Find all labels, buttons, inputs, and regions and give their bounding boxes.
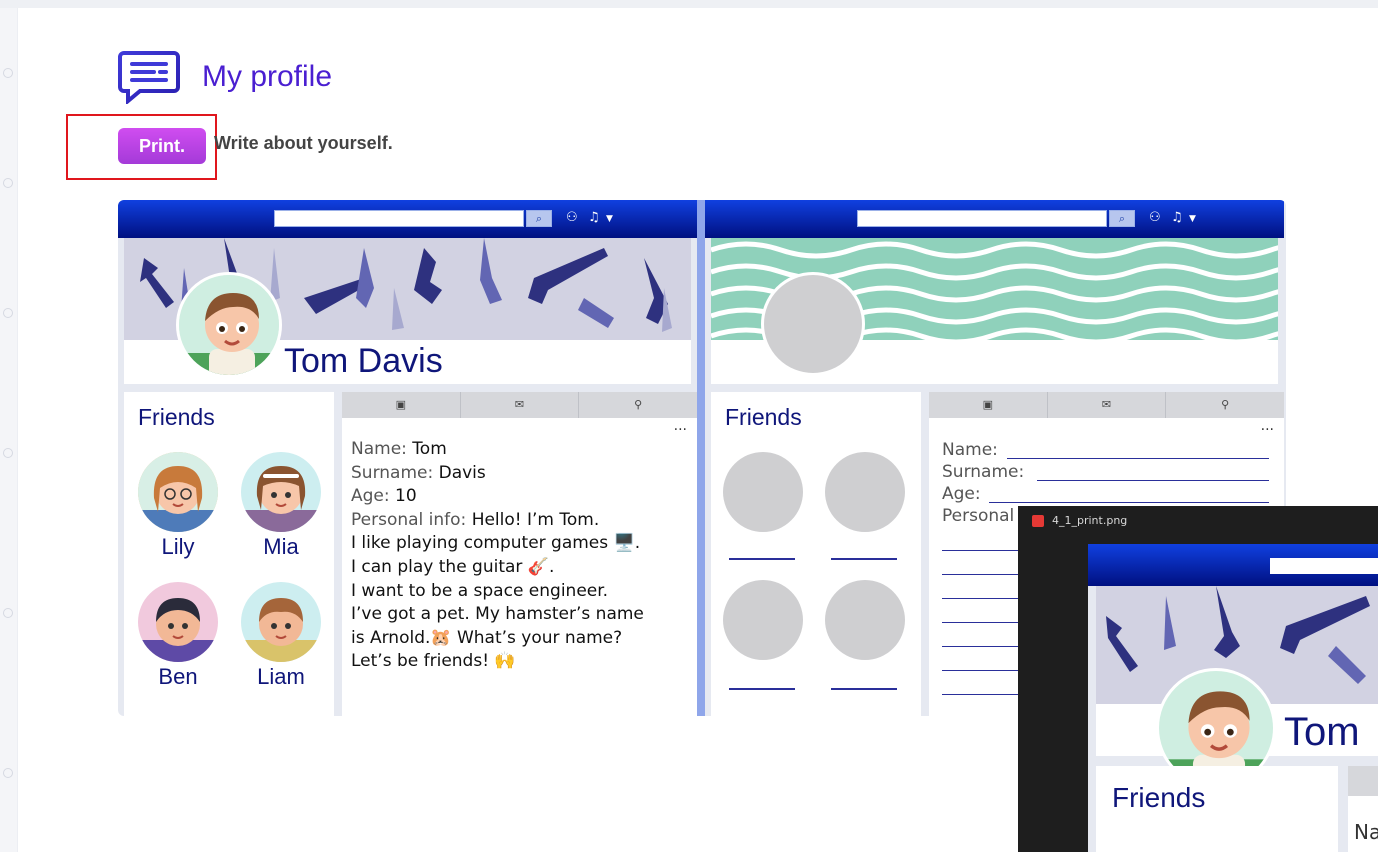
friend-name: Ben	[158, 664, 198, 689]
search-icon: ⌕	[1109, 210, 1135, 227]
preview-friends-title: Friends	[1112, 782, 1206, 813]
personal-info-label: Personal info:	[351, 509, 467, 530]
print-preview-window[interactable]: 4_1_print.png Tom Friends Na	[1018, 506, 1378, 852]
location-icon: ⚲	[634, 398, 643, 411]
friend-name: Mia	[263, 534, 299, 559]
surname-line	[1037, 480, 1269, 481]
chevron-down-icon: ▼	[606, 214, 613, 224]
info-line: is Arnold.🐹 What’s your name?	[351, 627, 623, 648]
age-label: Age:	[942, 484, 981, 504]
bell-icon: ♫	[588, 210, 600, 225]
age-value: 10	[395, 486, 417, 507]
message-icon: ✉	[1048, 392, 1167, 418]
preview-title-bar: 4_1_print.png	[1032, 514, 1127, 527]
profile-topbar: ⌕ ⚇ ♫ ▼	[705, 200, 1284, 238]
age-line	[989, 502, 1269, 503]
friend-name: Liam	[257, 664, 305, 689]
profile-avatar	[176, 272, 282, 378]
age-label: Age:	[351, 486, 390, 507]
profile-tabs: ▣ ✉ ⚲	[342, 392, 697, 418]
friends-icon: ⚇	[1149, 210, 1161, 225]
search-input	[857, 210, 1107, 227]
blank-friend-avatar	[825, 580, 905, 660]
chat-message-icon	[118, 51, 180, 104]
info-line: Let’s be friends! 🙌	[351, 651, 516, 672]
blank-friend-name-line	[729, 688, 795, 690]
blank-friend-name-line	[831, 558, 897, 560]
info-line: I’ve got a pet. My hamster’s name	[351, 604, 644, 625]
instruction-text: Write about yourself.	[214, 133, 393, 153]
surname-label: Surname:	[942, 462, 1025, 482]
friend-avatar	[241, 452, 321, 532]
name-label: Name:	[942, 440, 998, 460]
preview-filename: 4_1_print.png	[1052, 514, 1128, 527]
surname-label: Surname:	[351, 462, 434, 483]
location-icon: ⚲	[1221, 398, 1230, 411]
video-icon: ▣	[929, 392, 1048, 418]
blank-friend-avatar	[723, 452, 803, 532]
info-box: ▣ ✉ ⚲ ... Name: Tom Surname: Davis Age: …	[342, 392, 697, 716]
top-edge	[0, 0, 1378, 8]
info-line: I want to be a space engineer.	[351, 580, 609, 601]
preview-info-text: Na	[1354, 820, 1378, 844]
friend-avatar	[241, 582, 321, 662]
friends-title: Friends	[138, 404, 215, 430]
friend-avatar	[138, 452, 218, 532]
blank-friend-name-line	[729, 558, 795, 560]
blank-avatar	[761, 272, 865, 376]
name-line	[1007, 458, 1269, 459]
info-line: Hello! I’m Tom.	[471, 509, 600, 530]
search-icon: ⌕	[526, 210, 552, 227]
page-title: My profile	[202, 60, 333, 93]
friend-avatar	[138, 582, 218, 662]
friends-box: Friends Lily Mia Ben Liam	[124, 392, 334, 716]
image-file-icon	[1032, 514, 1044, 527]
personal-label: Personal	[942, 506, 1015, 526]
blank-friend-avatar	[723, 580, 803, 660]
profile-name: Tom Davis	[284, 342, 443, 380]
profile-tabs: ▣ ✉ ⚲	[929, 392, 1284, 418]
blank-friend-avatar	[825, 452, 905, 532]
more-icon: ...	[1260, 418, 1274, 434]
personal-info-text: Name: Tom Surname: Davis Age: 10 Persona…	[351, 438, 691, 674]
blank-friend-name-line	[831, 688, 897, 690]
preview-image: Tom Friends Na	[1088, 544, 1378, 852]
preview-profile-name: Tom	[1284, 710, 1360, 754]
name-label: Name:	[351, 439, 407, 459]
message-icon: ✉	[461, 392, 580, 418]
search-input	[274, 210, 524, 227]
left-decoration	[0, 8, 18, 852]
chevron-down-icon: ▼	[1189, 214, 1196, 224]
friend-name: Lily	[161, 534, 195, 559]
info-line: I like playing computer games 🖥️.	[351, 533, 641, 554]
example-profile-panel: ⌕ ⚇ ♫ ▼ Tom Davis Friends Lily Mia Ben L…	[118, 200, 697, 716]
surname-value: Davis	[438, 462, 486, 483]
name-value: Tom	[412, 439, 447, 459]
more-icon: ...	[673, 418, 687, 434]
info-line: I can play the guitar 🎸.	[351, 556, 555, 577]
print-button[interactable]: Print.	[118, 128, 206, 164]
video-icon: ▣	[342, 392, 461, 418]
profile-topbar: ⌕ ⚇ ♫ ▼	[118, 200, 697, 238]
friends-icon: ⚇	[566, 210, 578, 225]
friends-title: Friends	[725, 404, 802, 430]
panel-divider	[697, 200, 705, 716]
bell-icon: ♫	[1171, 210, 1183, 225]
page-header: My profile	[118, 50, 332, 104]
friends-box: Friends	[711, 392, 921, 716]
